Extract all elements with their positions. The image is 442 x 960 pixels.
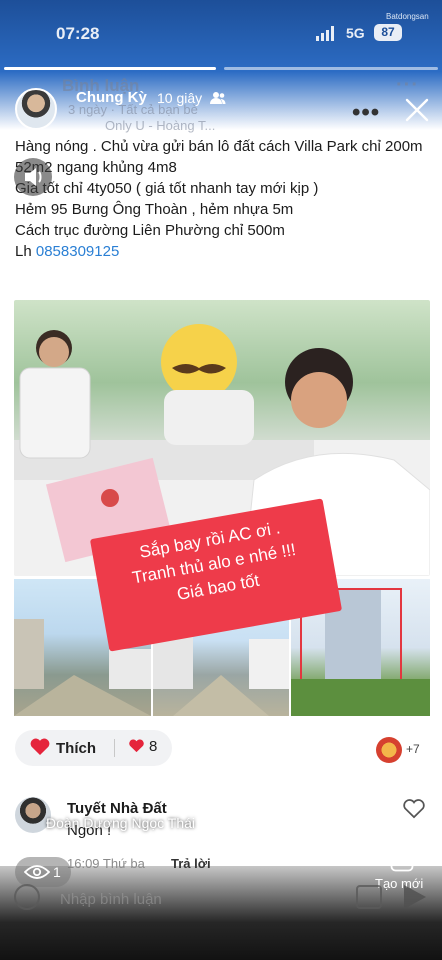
divider [114, 739, 115, 757]
story-segment [224, 67, 438, 70]
battery-icon: 87 [374, 24, 402, 41]
contact-line: Lh 0858309125 [15, 241, 430, 262]
post-line: Cách trục đường Liên Phường chỉ 500m [15, 222, 285, 239]
post-line: Hẻm 95 Bưng Ông Thoàn , hẻm nhựa 5m [15, 201, 294, 218]
story-segment-active [4, 67, 216, 70]
heart-outline-icon[interactable] [402, 798, 426, 825]
like-count-value: 8 [149, 738, 158, 755]
more-options-icon[interactable]: ••• [352, 99, 380, 127]
background-more-icon: ··· [396, 74, 419, 96]
comment-input[interactable] [58, 884, 342, 914]
comment-time: 16:09 Thứ ba [67, 856, 145, 871]
like-button[interactable]: Thích [29, 738, 96, 757]
watermark: Batdongsan [386, 12, 429, 21]
reactor-avatar[interactable] [376, 737, 402, 763]
author-avatar[interactable] [15, 88, 57, 130]
story-progress [4, 67, 438, 70]
friends-icon [210, 91, 226, 110]
sound-button[interactable] [14, 158, 52, 196]
image-icon[interactable] [356, 885, 382, 909]
signal-icon [316, 26, 338, 41]
author-name[interactable]: Chung Kỳ [76, 89, 147, 106]
heart-icon [30, 738, 50, 755]
close-icon[interactable] [404, 97, 430, 123]
post-time: 10 giây [157, 90, 203, 106]
reaction-bar: Thích 8 [15, 730, 172, 766]
clock: 07:28 [56, 24, 100, 43]
post-line: Hàng nóng . Chủ vừa gửi bán lô đất cách … [15, 138, 423, 155]
emoji-icon[interactable] [14, 884, 40, 910]
post-line: 52m2 ngang khủng 4m8 [15, 159, 177, 176]
create-new-icon[interactable] [390, 848, 414, 877]
viewer-name-overlay: Đoàn Dương Ngọc Thái [46, 815, 196, 831]
phone-link[interactable]: 0858309125 [36, 243, 119, 260]
send-icon[interactable] [404, 885, 426, 909]
more-reactors[interactable]: +7 [406, 742, 420, 756]
background-sub: Only U - Hoàng T... [105, 118, 216, 133]
status-bar: 07:28 Batdongsan 5G 87 [0, 0, 442, 66]
comment-composer [0, 878, 442, 918]
network-type: 5G [346, 25, 365, 41]
reply-button[interactable]: Trả lời [171, 856, 211, 871]
post-line: Giá tốt chỉ 4ty050 ( giá tốt nhanh tay m… [15, 180, 319, 197]
heart-icon [129, 739, 144, 753]
like-count[interactable]: 8 [128, 738, 157, 755]
like-label: Thích [56, 740, 96, 757]
post-text: Hàng nóng . Chủ vừa gửi bán lô đất cách … [15, 136, 430, 262]
contact-prefix: Lh [15, 243, 36, 260]
